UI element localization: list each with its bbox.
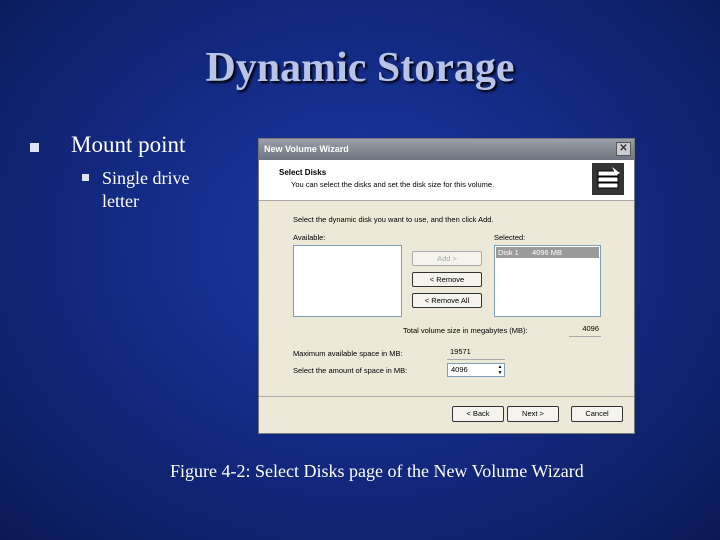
close-icon: ✕: [619, 143, 628, 154]
total-size-label: Total volume size in megabytes (MB):: [403, 326, 528, 335]
figure-caption: Figure 4-2: Select Disks page of the New…: [170, 461, 584, 481]
footer-divider: [259, 396, 634, 397]
disk-stack-icon: [592, 163, 624, 195]
total-size-value: 4096: [569, 323, 601, 337]
slide-title: Dynamic Storage: [205, 45, 515, 91]
selected-disk-size: 4096 MB: [532, 248, 563, 257]
selected-label: Selected:: [494, 233, 526, 242]
available-disks-list[interactable]: [293, 245, 402, 317]
next-button[interactable]: Next >: [507, 406, 559, 422]
amount-label: Select the amount of space in MB:: [293, 366, 408, 375]
subbullet-single-drive-letter: Single drive letter: [102, 168, 190, 211]
header-subtitle: You can select the disks and set the dis…: [291, 180, 495, 189]
selected-disk-row[interactable]: Disk 1 4096 MB: [496, 247, 599, 258]
amount-value: 4096: [451, 365, 468, 374]
instruction-text: Select the dynamic disk you want to use,…: [293, 215, 494, 224]
selected-disk-name: Disk 1: [498, 248, 519, 257]
header-title: Select Disks: [279, 168, 327, 177]
add-button[interactable]: Add >: [412, 251, 482, 266]
close-button[interactable]: ✕: [616, 142, 631, 156]
available-label: Available:: [293, 233, 326, 242]
amount-spinner[interactable]: 4096 ▲ ▼: [447, 363, 505, 377]
spinner-arrows-icon[interactable]: ▲ ▼: [496, 364, 504, 376]
remove-all-button[interactable]: < Remove All: [412, 293, 482, 308]
back-button[interactable]: < Back: [452, 406, 504, 422]
max-space-value: 19571: [447, 346, 505, 360]
new-volume-wizard-dialog: New Volume Wizard ✕ Select Disks You can…: [258, 138, 635, 434]
remove-button[interactable]: < Remove: [412, 272, 482, 287]
dialog-titlebar[interactable]: New Volume Wizard ✕: [259, 139, 634, 160]
wizard-header: Select Disks You can select the disks an…: [259, 160, 634, 201]
max-space-label: Maximum available space in MB:: [293, 349, 403, 358]
bullet-marker: [30, 143, 39, 152]
subbullet-marker: [82, 174, 89, 181]
dialog-title: New Volume Wizard: [264, 144, 349, 154]
selected-disks-list[interactable]: Disk 1 4096 MB: [494, 245, 601, 317]
cancel-button[interactable]: Cancel: [571, 406, 623, 422]
bullet-mount-point: Mount point: [71, 132, 186, 157]
